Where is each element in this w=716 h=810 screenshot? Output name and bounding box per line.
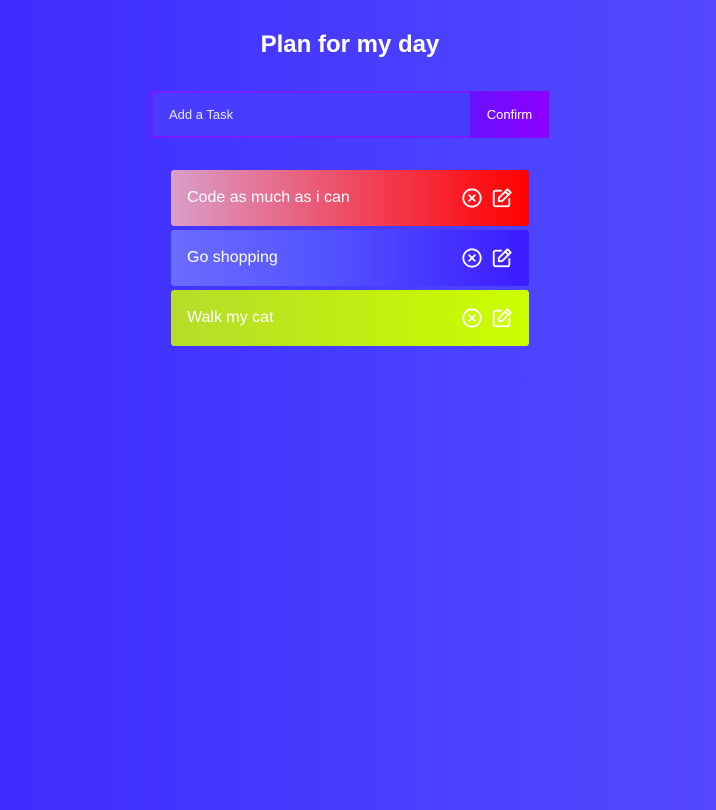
close-circle-icon[interactable] (461, 187, 483, 209)
task-list: Code as much as i can Go shopping Walk m… (171, 170, 529, 350)
close-circle-icon[interactable] (461, 307, 483, 329)
task-text: Code as much as i can (187, 189, 350, 206)
task-actions (461, 187, 513, 209)
close-circle-icon[interactable] (461, 247, 483, 269)
task-actions (461, 247, 513, 269)
task-item: Walk my cat (171, 290, 529, 346)
confirm-button[interactable]: Confirm (470, 91, 549, 138)
task-text: Walk my cat (187, 309, 274, 326)
page-title: Plan for my day (260, 31, 440, 58)
edit-icon[interactable] (491, 187, 513, 209)
task-input[interactable] (151, 91, 470, 138)
task-actions (461, 307, 513, 329)
add-task-form: Confirm (151, 91, 549, 138)
task-item: Go shopping (171, 230, 529, 286)
task-item: Code as much as i can (171, 170, 529, 226)
task-text: Go shopping (187, 249, 278, 266)
edit-icon[interactable] (491, 307, 513, 329)
edit-icon[interactable] (491, 247, 513, 269)
